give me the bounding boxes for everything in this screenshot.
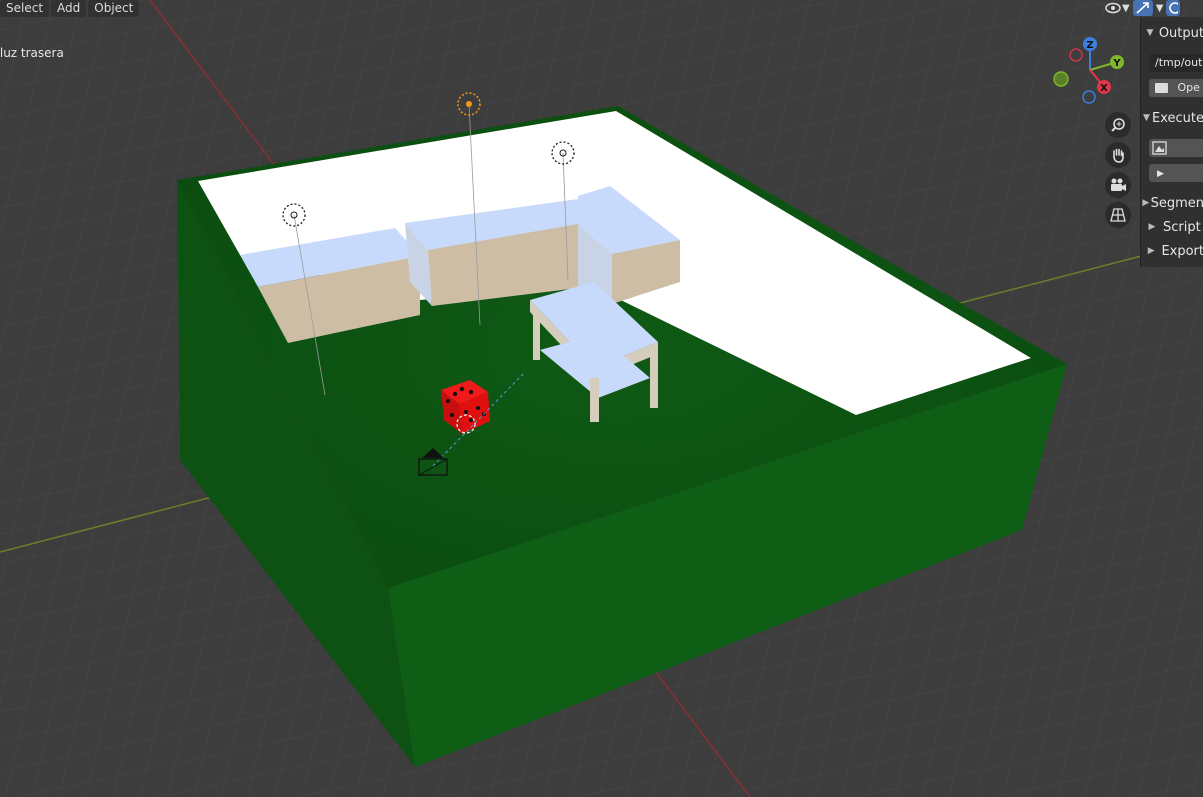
chevron-down-icon: ▼ bbox=[1143, 113, 1150, 123]
menu-add[interactable]: Add bbox=[51, 0, 87, 17]
chevron-right-icon: ▶ bbox=[1148, 222, 1156, 232]
panel-section-execute[interactable]: ▼ Execute bbox=[1141, 107, 1203, 129]
gizmo-dropdown[interactable]: ▼ bbox=[1156, 0, 1164, 16]
chevron-right-icon: ▶ bbox=[1142, 198, 1150, 208]
sidebar-panel: ▼ Output /tmp/outp Ope ▼ Execute ▶ ▶ Seg… bbox=[1140, 17, 1203, 267]
gizmo-icon bbox=[1136, 2, 1149, 14]
chevron-down-icon: ▼ bbox=[1146, 28, 1154, 38]
panel-section-segment[interactable]: ▶ Segmen bbox=[1141, 192, 1203, 214]
table-leg bbox=[650, 352, 658, 408]
panel-section-export-title: Export bbox=[1161, 243, 1203, 259]
play-button[interactable]: ▶ bbox=[1149, 164, 1203, 182]
visibility-dropdown[interactable]: ▼ bbox=[1104, 0, 1130, 16]
pan-button[interactable] bbox=[1105, 142, 1131, 168]
chevron-down-icon: ▼ bbox=[1122, 2, 1130, 14]
open-folder-button[interactable]: Ope bbox=[1149, 79, 1203, 97]
panel-section-export[interactable]: ▶ Export bbox=[1141, 240, 1203, 262]
overlay-icon bbox=[1169, 2, 1179, 14]
open-folder-label: Ope bbox=[1177, 81, 1200, 94]
perspective-toggle-button[interactable] bbox=[1105, 202, 1131, 228]
grid-perspective-icon bbox=[1110, 208, 1126, 222]
panel-section-execute-title: Execute bbox=[1152, 110, 1203, 126]
table-leg bbox=[533, 310, 540, 360]
zoom-icon bbox=[1111, 118, 1125, 132]
panel-section-script-title: Script bbox=[1163, 219, 1201, 235]
camera-view-button[interactable] bbox=[1105, 172, 1131, 198]
hand-pan-icon bbox=[1113, 148, 1124, 163]
viewport-header-right: ▼ ▼ bbox=[1104, 0, 1181, 16]
menu-select[interactable]: Select bbox=[0, 0, 50, 17]
overlay-toggle[interactable] bbox=[1166, 0, 1181, 16]
panel-section-output[interactable]: ▼ Output bbox=[1141, 22, 1203, 44]
eye-icon bbox=[1105, 2, 1121, 14]
viewport-header-menu: Select Add Object bbox=[0, 0, 140, 17]
chevron-down-icon: ▼ bbox=[1155, 2, 1164, 14]
image-icon bbox=[1152, 141, 1167, 155]
zoom-button[interactable] bbox=[1105, 112, 1131, 138]
panel-section-script[interactable]: ▶ Script bbox=[1141, 216, 1203, 238]
panel-section-output-title: Output bbox=[1158, 25, 1203, 41]
3d-viewport[interactable] bbox=[0, 0, 1203, 797]
menu-object[interactable]: Object bbox=[88, 0, 140, 17]
active-object-label: | luz trasera bbox=[0, 46, 64, 60]
camera-view-icon bbox=[1111, 178, 1126, 191]
folder-icon bbox=[1155, 83, 1168, 93]
play-icon: ▶ bbox=[1157, 169, 1164, 179]
output-path-field[interactable]: /tmp/outp bbox=[1149, 54, 1203, 72]
chevron-right-icon: ▶ bbox=[1147, 246, 1155, 256]
table-leg bbox=[590, 378, 599, 422]
panel-section-segment-title: Segmen bbox=[1150, 195, 1203, 211]
render-image-button[interactable] bbox=[1149, 139, 1203, 157]
gizmo-toggle[interactable] bbox=[1132, 0, 1153, 16]
